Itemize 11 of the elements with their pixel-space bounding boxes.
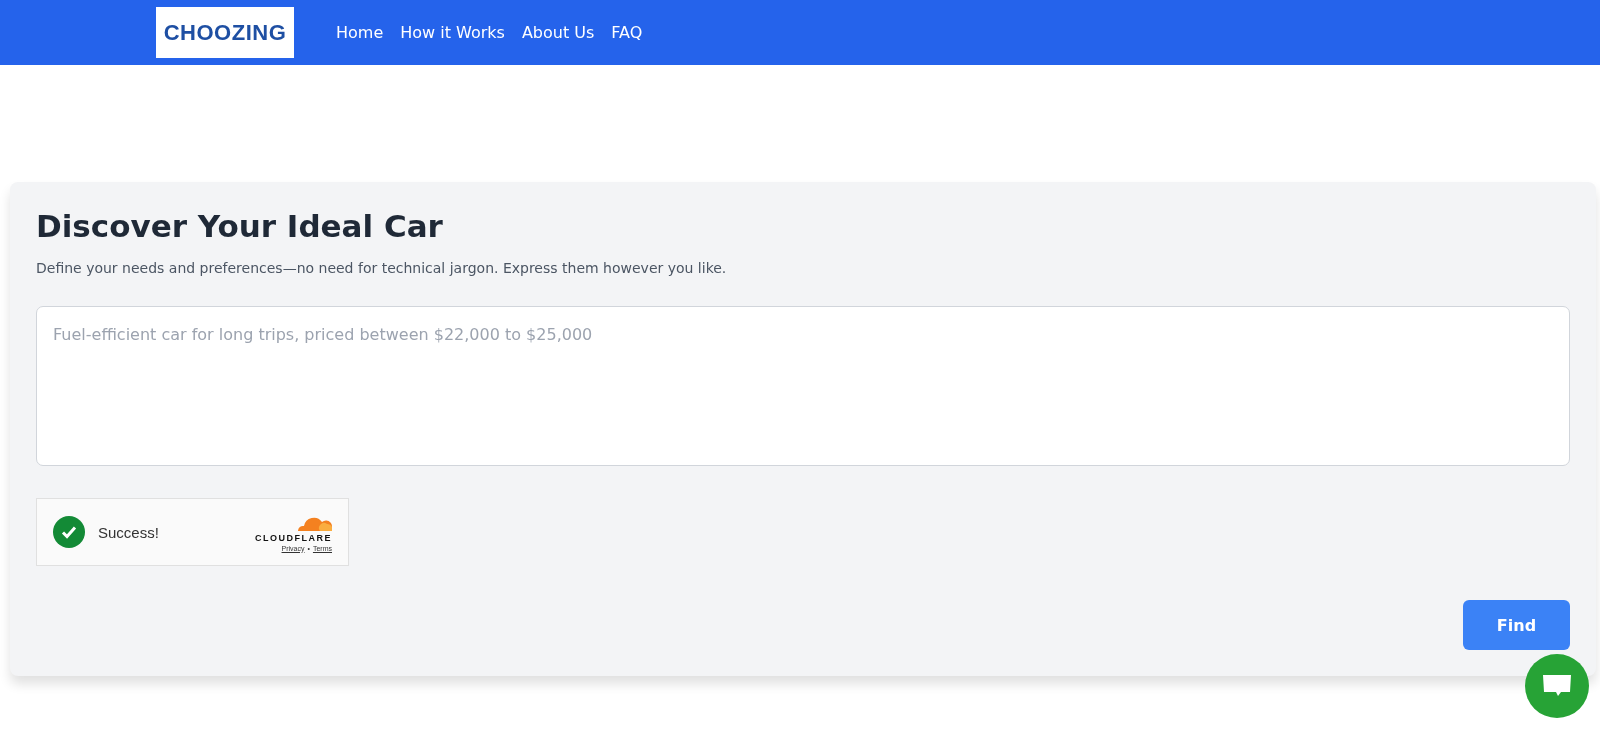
nav-link[interactable]: FAQ: [611, 23, 643, 42]
nav-link[interactable]: Home: [336, 23, 384, 42]
nav-link[interactable]: About Us: [521, 23, 595, 42]
input-field[interactable]: Fuel-efficient car for long trips, priced between $22,000 to $25,000: [36, 306, 1570, 466]
captcha-status: Success!: [98, 523, 160, 541]
nav-link[interactable]: How it Works: [400, 23, 505, 42]
brand-name: CLOUDFLARE: [255, 532, 332, 543]
logo[interactable]: CHOOZING: [156, 7, 294, 58]
page-title: Discover Your Ideal Car: [36, 208, 444, 244]
subtitle: Define your needs and preferences—no need for technical jargon. Express them however you like.: [36, 260, 728, 276]
find-button[interactable]: Find: [1463, 600, 1570, 650]
